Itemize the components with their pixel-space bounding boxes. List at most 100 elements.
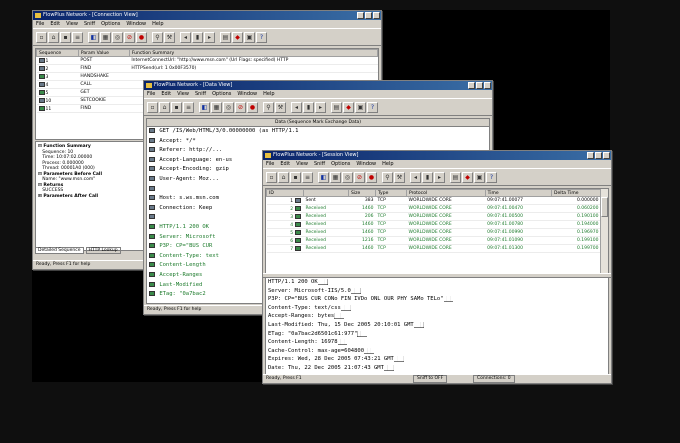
view-icon[interactable]: ▤	[450, 171, 461, 183]
help-icon[interactable]: ?	[367, 101, 378, 113]
forward-icon[interactable]: ▸	[434, 171, 445, 183]
menu-window[interactable]: Window	[237, 90, 257, 98]
vertical-scrollbar[interactable]	[600, 189, 608, 273]
record-icon[interactable]: ●	[136, 31, 147, 43]
menu-sniff[interactable]: Sniff	[195, 90, 206, 98]
tab-http-lookup[interactable]: HTTP Lookup	[85, 247, 121, 254]
find-icon[interactable]: ◎	[223, 101, 234, 113]
col-name[interactable]	[303, 189, 349, 197]
menu-options[interactable]: Options	[212, 90, 231, 98]
help-icon[interactable]: ?	[256, 31, 267, 43]
raw-line[interactable]: Server: Microsoft-IIS/5.0███	[266, 287, 608, 296]
view-icon[interactable]: ▤	[220, 31, 231, 43]
alert-icon[interactable]: ◆	[232, 31, 243, 43]
menu-edit[interactable]: Edit	[280, 160, 290, 168]
window-icon[interactable]: ▣	[355, 101, 366, 113]
window-titlebar[interactable]: FlowPlus Network - [Data View]	[144, 81, 492, 90]
menu-help[interactable]: Help	[152, 20, 163, 28]
tools-icon[interactable]: ⚒	[275, 101, 286, 113]
raw-line[interactable]: Last-Modified: Thu, 15 Dec 2005 20:10:01…	[266, 321, 608, 330]
pause-icon[interactable]: ▮	[303, 101, 314, 113]
save-icon[interactable]: ▪	[60, 31, 71, 43]
window-titlebar[interactable]: FlowPlus Network - [Connection View]	[33, 11, 381, 20]
data-line[interactable]: GET /IS/Web/HTML/3/0.00000000 (as HTTP/1…	[149, 127, 489, 137]
maximize-button[interactable]	[365, 12, 372, 19]
menu-edit[interactable]: Edit	[161, 90, 171, 98]
maximize-button[interactable]	[595, 152, 602, 159]
menu-options[interactable]: Options	[101, 20, 120, 28]
col-type[interactable]: Type	[375, 189, 407, 197]
back-icon[interactable]: ◂	[180, 31, 191, 43]
record-icon[interactable]: ●	[366, 171, 377, 183]
menu-sniff[interactable]: Sniff	[314, 160, 325, 168]
raw-line[interactable]: Accept-Ranges: bytes███	[266, 312, 608, 321]
col-protocol[interactable]: Protocol	[406, 189, 486, 197]
raw-line[interactable]: Content-Type: text/css███	[266, 304, 608, 313]
view-icon[interactable]: ▤	[331, 101, 342, 113]
raw-line[interactable]: Content-Length: 16978███	[266, 338, 608, 347]
table-row[interactable]: 3 Received 206 TCP WORLDWIDE CORE 09:07:41.0…	[266, 212, 601, 221]
find-icon[interactable]: ◎	[342, 171, 353, 183]
print-icon[interactable]: ≡	[183, 101, 194, 113]
new-icon[interactable]: ▫	[36, 31, 47, 43]
tools-icon[interactable]: ⚒	[394, 171, 405, 183]
open-icon[interactable]: ⌂	[278, 171, 289, 183]
raw-line[interactable]: Cache-Control: max-age=604800███	[266, 347, 608, 356]
table-row[interactable]: 1 Sent 383 TCP WORLDWIDE CORE 09:07:41.00077…	[266, 196, 601, 205]
forward-icon[interactable]: ▸	[315, 101, 326, 113]
new-icon[interactable]: ▫	[147, 101, 158, 113]
tools-icon[interactable]: ⚒	[164, 31, 175, 43]
col-time[interactable]: Time	[484, 189, 553, 197]
menu-view[interactable]: View	[296, 160, 308, 168]
pause-icon[interactable]: ▮	[422, 171, 433, 183]
col-sequence[interactable]: Sequence	[36, 49, 79, 57]
table-row[interactable]: 6 Received 1216 TCP WORLDWIDE CORE 09:07:41.…	[266, 236, 601, 245]
back-icon[interactable]: ◂	[291, 101, 302, 113]
window-titlebar[interactable]: FlowPlus Network - [Session View]	[263, 151, 611, 160]
find-icon[interactable]: ◎	[112, 31, 123, 43]
table-row[interactable]: 5 Received 1460 TCP WORLDWIDE CORE 09:07:41.…	[266, 228, 601, 237]
stop-icon[interactable]: ⊘	[354, 171, 365, 183]
menu-file[interactable]: File	[147, 90, 155, 98]
capture-icon[interactable]: ◧	[199, 101, 210, 113]
minimize-button[interactable]	[468, 82, 475, 89]
close-button[interactable]	[484, 82, 491, 89]
minimize-button[interactable]	[587, 152, 594, 159]
back-icon[interactable]: ◂	[410, 171, 421, 183]
menu-options[interactable]: Options	[331, 160, 350, 168]
open-icon[interactable]: ⌂	[48, 31, 59, 43]
filter-icon[interactable]: ▦	[100, 31, 111, 43]
menu-window[interactable]: Window	[356, 160, 376, 168]
menu-help[interactable]: Help	[263, 90, 274, 98]
filter-icon[interactable]: ▦	[211, 101, 222, 113]
record-icon[interactable]: ●	[247, 101, 258, 113]
zoom-icon[interactable]: ⚲	[382, 171, 393, 183]
filter-icon[interactable]: ▦	[330, 171, 341, 183]
alert-icon[interactable]: ◆	[343, 101, 354, 113]
raw-line[interactable]: ETag: "0a7bac2d6501c61:977"███	[266, 330, 608, 339]
menu-view[interactable]: View	[66, 20, 78, 28]
table-row[interactable]: 7 Received 1460 TCP WORLDWIDE CORE 09:07:41.…	[266, 244, 601, 253]
zoom-icon[interactable]: ⚲	[263, 101, 274, 113]
col-delta-time[interactable]: Delta Time	[551, 189, 601, 197]
detail-tree[interactable]: ⊟ Function Summary Sequence: 10 Time: 10…	[35, 141, 151, 251]
col-id[interactable]: ID	[266, 189, 304, 197]
raw-line[interactable]: P3P: CP="BUS CUR CONo FIN IVDo ONL OUR P…	[266, 295, 608, 304]
tab-detailed-sequence[interactable]: Detailed Sequence	[35, 247, 84, 254]
zoom-icon[interactable]: ⚲	[152, 31, 163, 43]
stop-icon[interactable]: ⊘	[124, 31, 135, 43]
close-button[interactable]	[603, 152, 610, 159]
session-view-window[interactable]: FlowPlus Network - [Session View] File E…	[262, 150, 612, 384]
menu-view[interactable]: View	[177, 90, 189, 98]
menu-window[interactable]: Window	[126, 20, 146, 28]
raw-line[interactable]: Expires: Wed, 28 Dec 2005 07:43:21 GMT██…	[266, 355, 608, 364]
window-icon[interactable]: ▣	[244, 31, 255, 43]
menu-file[interactable]: File	[36, 20, 44, 28]
table-row[interactable]: 2 Received 1460 TCP WORLDWIDE CORE 09:07:41.…	[266, 204, 601, 213]
close-button[interactable]	[373, 12, 380, 19]
capture-icon[interactable]: ◧	[318, 171, 329, 183]
col-size[interactable]: Size	[348, 189, 376, 197]
menu-help[interactable]: Help	[382, 160, 393, 168]
raw-data-pane[interactable]: HTTP/1.1 200 OK███ Server: Microsoft-IIS…	[265, 277, 609, 375]
col-function-summary[interactable]: Function Summary	[128, 49, 378, 57]
